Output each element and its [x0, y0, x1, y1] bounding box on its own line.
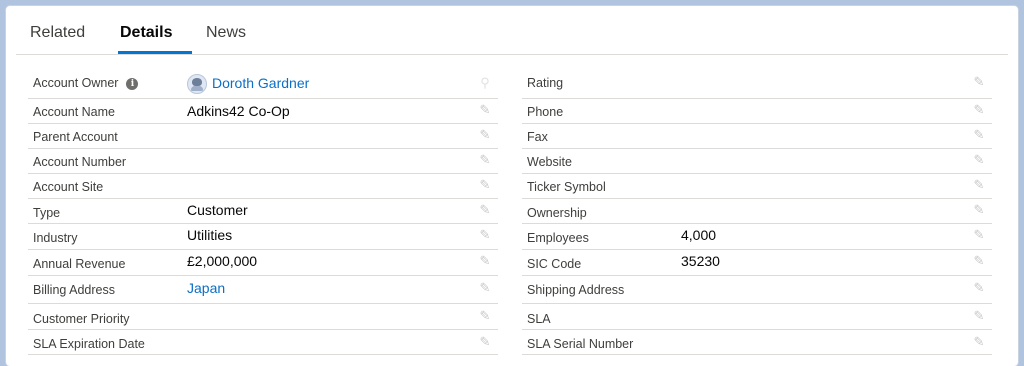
field-row-account-site: Account Site ✎	[28, 174, 498, 199]
field-label: Industry	[33, 231, 78, 245]
field-row-billing-address: Billing Address Japan ✎	[28, 276, 498, 304]
field-label: Parent Account	[33, 130, 118, 144]
pencil-edit-icon[interactable]: ✎	[478, 153, 492, 167]
pencil-edit-icon[interactable]: ✎	[478, 281, 492, 295]
field-value: Customer	[187, 202, 248, 218]
field-label: Shipping Address	[527, 283, 625, 297]
field-label: Employees	[527, 231, 589, 245]
field-label: Website	[527, 155, 572, 169]
field-label: Customer Priority	[33, 312, 130, 326]
field-row-ticker-symbol: Ticker Symbol ✎	[522, 174, 992, 199]
details-left-column: Account Owner i Doroth Gardner ⚲ Account …	[28, 66, 498, 355]
field-label: Account Number	[33, 155, 127, 169]
change-owner-icon[interactable]: ⚲	[478, 76, 492, 90]
field-label: Account Name	[33, 105, 115, 119]
pencil-edit-icon[interactable]: ✎	[972, 309, 986, 323]
field-label: Phone	[527, 105, 564, 119]
billing-address-link[interactable]: Japan	[187, 280, 225, 296]
field-label: Ownership	[527, 206, 587, 220]
pencil-edit-icon[interactable]: ✎	[478, 128, 492, 142]
field-row-type: Type Customer ✎	[28, 199, 498, 224]
account-owner-link[interactable]: Doroth Gardner	[212, 75, 309, 91]
pencil-edit-icon[interactable]: ✎	[478, 335, 492, 349]
pencil-edit-icon[interactable]: ✎	[972, 128, 986, 142]
tab-related[interactable]: Related	[30, 24, 85, 52]
field-row-parent-account: Parent Account ✎	[28, 124, 498, 149]
field-value: 35230	[681, 253, 720, 269]
pencil-edit-icon[interactable]: ✎	[972, 203, 986, 217]
pencil-edit-icon[interactable]: ✎	[972, 103, 986, 117]
field-row-sla-serial-number: SLA Serial Number ✎	[522, 330, 992, 355]
pencil-edit-icon[interactable]: ✎	[478, 228, 492, 242]
field-value: Adkins42 Co-Op	[187, 103, 290, 119]
pencil-edit-icon[interactable]: ✎	[972, 75, 986, 89]
field-label: Account Owner i	[33, 76, 139, 90]
pencil-edit-icon[interactable]: ✎	[972, 254, 986, 268]
field-label: Account Site	[33, 180, 104, 194]
field-value: Utilities	[187, 227, 233, 243]
field-row-website: Website ✎	[522, 149, 992, 174]
field-row-annual-revenue: Annual Revenue £2,000,000 ✎	[28, 250, 498, 276]
field-row-industry: Industry Utilities ✎	[28, 224, 498, 250]
field-label: Fax	[527, 130, 548, 144]
field-row-employees: Employees 4,000 ✎	[522, 224, 992, 250]
field-row-customer-priority: Customer Priority ✎	[28, 304, 498, 330]
field-row-ownership: Ownership ✎	[522, 199, 992, 224]
pencil-edit-icon[interactable]: ✎	[478, 254, 492, 268]
active-tab-indicator	[118, 51, 192, 54]
field-label: Billing Address	[33, 283, 115, 297]
pencil-edit-icon[interactable]: ✎	[972, 228, 986, 242]
field-label: SLA Serial Number	[527, 337, 634, 351]
field-label: Annual Revenue	[33, 257, 126, 271]
field-value: £2,000,000	[187, 253, 258, 269]
field-label: SIC Code	[527, 257, 582, 271]
pencil-edit-icon[interactable]: ✎	[478, 203, 492, 217]
field-row-account-name: Account Name Adkins42 Co-Op ✎	[28, 99, 498, 124]
field-row-sic-code: SIC Code 35230 ✎	[522, 250, 992, 276]
pencil-edit-icon[interactable]: ✎	[972, 178, 986, 192]
pencil-edit-icon[interactable]: ✎	[478, 309, 492, 323]
pencil-edit-icon[interactable]: ✎	[972, 281, 986, 295]
user-avatar-icon	[187, 74, 207, 94]
pencil-edit-icon[interactable]: ✎	[478, 103, 492, 117]
field-label: SLA Expiration Date	[33, 337, 145, 351]
field-row-phone: Phone ✎	[522, 99, 992, 124]
field-row-rating: Rating ✎	[522, 66, 992, 99]
pencil-edit-icon[interactable]: ✎	[972, 335, 986, 349]
tab-bar: Related Details News	[16, 6, 1008, 55]
field-row-account-number: Account Number ✎	[28, 149, 498, 174]
field-label: Ticker Symbol	[527, 180, 606, 194]
details-right-column: Rating ✎ Phone ✎ Fax ✎ Website ✎ Ticker …	[522, 66, 992, 355]
info-icon[interactable]: i	[126, 77, 139, 90]
field-row-fax: Fax ✎	[522, 124, 992, 149]
field-row-shipping-address: Shipping Address ✎	[522, 276, 992, 304]
field-row-account-owner: Account Owner i Doroth Gardner ⚲	[28, 66, 498, 99]
field-row-sla-expiration-date: SLA Expiration Date ✎	[28, 330, 498, 355]
pencil-edit-icon[interactable]: ✎	[972, 153, 986, 167]
field-row-sla: SLA ✎	[522, 304, 992, 330]
field-label: SLA	[527, 312, 551, 326]
record-detail-card: Related Details News Account Owner i Doro…	[6, 6, 1018, 366]
pencil-edit-icon[interactable]: ✎	[478, 178, 492, 192]
tab-details[interactable]: Details	[120, 24, 172, 52]
field-label: Rating	[527, 76, 564, 90]
field-label: Type	[33, 206, 61, 220]
field-value: 4,000	[681, 227, 717, 243]
tab-news[interactable]: News	[206, 24, 246, 52]
